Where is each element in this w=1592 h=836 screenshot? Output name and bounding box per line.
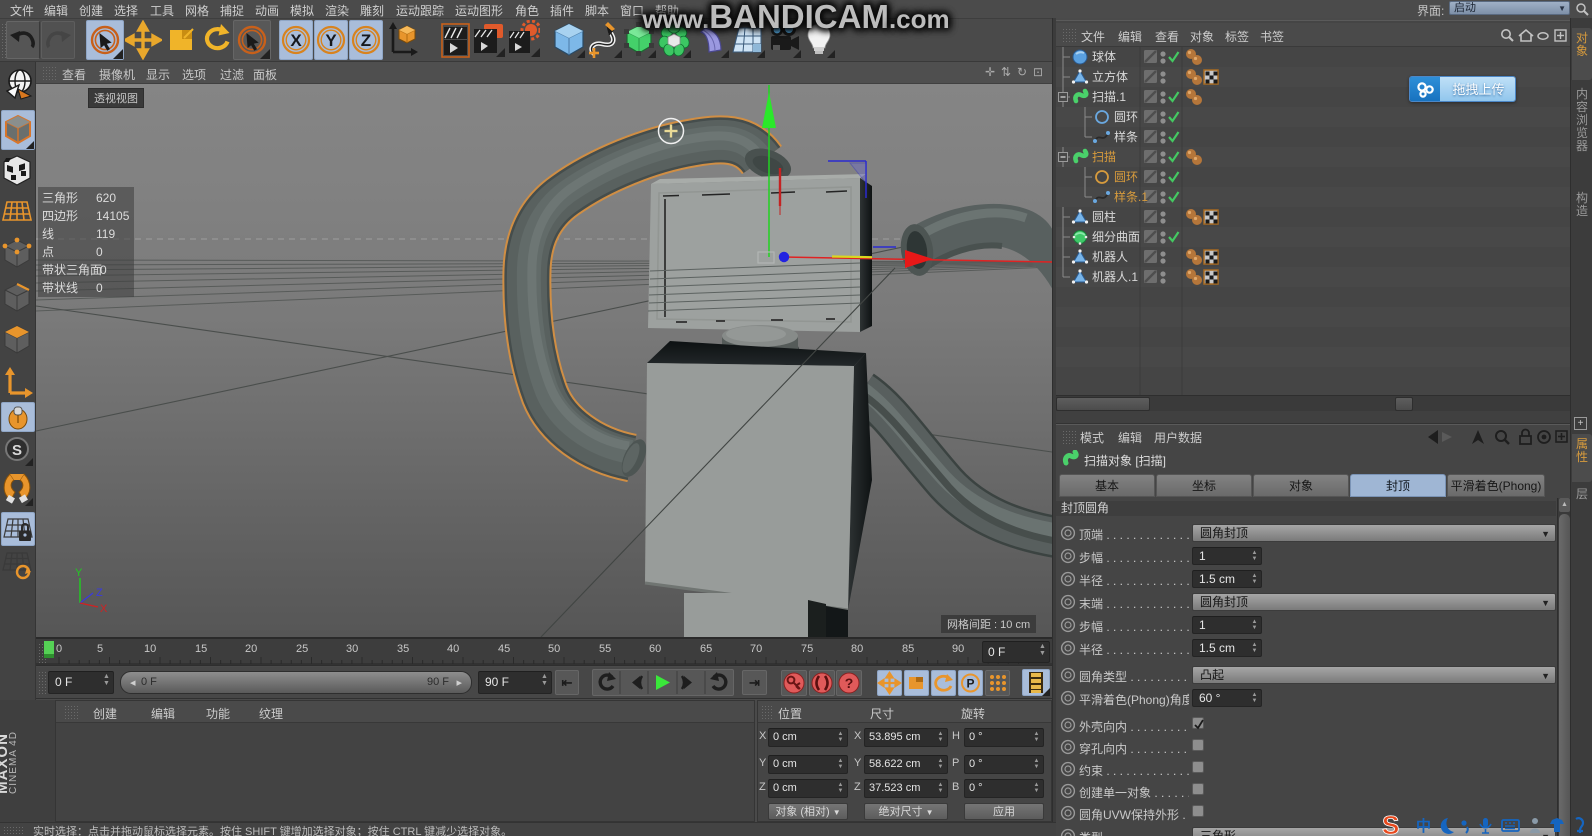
svg-text:圆环: 圆环 (1114, 170, 1138, 184)
svg-text:70: 70 (750, 643, 762, 655)
svg-text:5: 5 (97, 643, 103, 655)
svg-text:30: 30 (346, 643, 358, 655)
svg-text:80: 80 (851, 643, 863, 655)
svg-text:?: ? (845, 675, 854, 691)
svg-text:60: 60 (649, 643, 661, 655)
svg-text:X: X (100, 603, 108, 615)
svg-text:Y: Y (325, 31, 337, 50)
svg-text:立方体: 立方体 (1092, 69, 1128, 84)
svg-text:65: 65 (700, 643, 712, 655)
svg-text:Z: Z (361, 31, 371, 50)
svg-text:35: 35 (397, 643, 409, 655)
svg-text:圆环: 圆环 (1114, 110, 1138, 124)
svg-text:细分曲面: 细分曲面 (1092, 230, 1140, 244)
svg-text:X: X (290, 31, 302, 50)
svg-text:S: S (12, 442, 22, 459)
svg-text:圆柱: 圆柱 (1092, 209, 1116, 224)
svg-text:0: 0 (56, 643, 62, 655)
svg-text:样条: 样条 (1114, 129, 1138, 144)
svg-text:扫描.1: 扫描.1 (1092, 90, 1126, 104)
svg-text:机器人: 机器人 (1092, 250, 1128, 264)
svg-text:20: 20 (245, 643, 257, 655)
svg-text:75: 75 (801, 643, 813, 655)
svg-text:Z: Z (96, 587, 103, 599)
svg-text:P: P (966, 677, 974, 691)
svg-text:中: 中 (1416, 817, 1431, 835)
svg-text:10: 10 (144, 643, 156, 655)
svg-text:扫描: 扫描 (1092, 150, 1116, 164)
svg-text:45: 45 (498, 643, 510, 655)
svg-text:90: 90 (952, 643, 964, 655)
svg-text:样条.1: 样条.1 (1114, 189, 1148, 204)
svg-text:50: 50 (548, 643, 560, 655)
svg-text:15: 15 (195, 643, 207, 655)
svg-text:Y: Y (75, 567, 83, 579)
svg-text:球体: 球体 (1092, 50, 1116, 64)
svg-text:S: S (1382, 815, 1399, 836)
svg-text:55: 55 (599, 643, 611, 655)
svg-text:40: 40 (447, 643, 459, 655)
svg-text:85: 85 (902, 643, 914, 655)
svg-text:机器人.1: 机器人.1 (1092, 270, 1138, 284)
svg-text:25: 25 (296, 643, 308, 655)
